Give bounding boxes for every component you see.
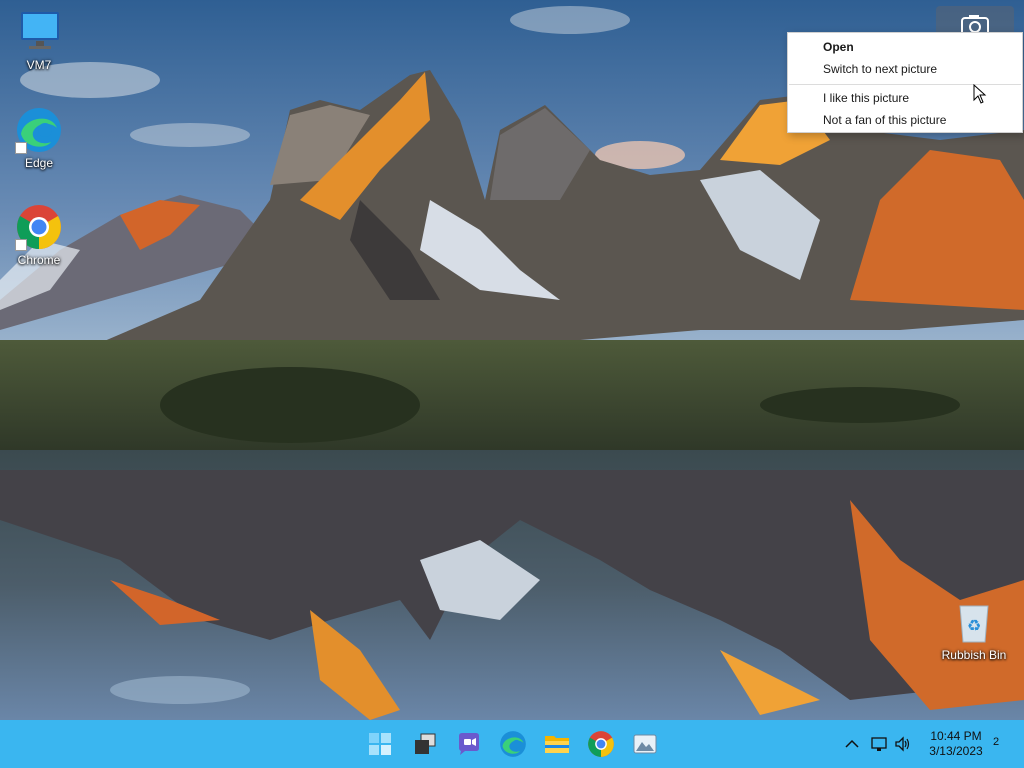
chrome-icon bbox=[588, 731, 614, 757]
photos-button[interactable] bbox=[631, 730, 659, 758]
task-view-icon bbox=[415, 733, 436, 754]
chat-icon bbox=[459, 733, 479, 755]
volume-icon[interactable] bbox=[894, 736, 912, 752]
menu-item-switch-next-picture[interactable]: Switch to next picture bbox=[823, 59, 937, 79]
folder-icon bbox=[545, 736, 569, 753]
recycle-bin-icon: ♻ bbox=[950, 598, 998, 646]
edge-icon bbox=[500, 731, 526, 757]
clock-time: 10:44 PM bbox=[930, 729, 982, 743]
menu-item-like-picture[interactable]: I like this picture bbox=[823, 88, 909, 108]
desktop-icon-label: Edge bbox=[24, 156, 54, 170]
mouse-cursor-icon bbox=[973, 84, 987, 104]
network-icon[interactable] bbox=[870, 736, 888, 752]
taskbar-clock[interactable]: 10:44 PM 3/13/2023 bbox=[924, 729, 988, 759]
taskbar: 10:44 PM 3/13/2023 2 bbox=[0, 720, 1024, 768]
svg-text:♻: ♻ bbox=[967, 616, 981, 635]
desktop-icon-label: Rubbish Bin bbox=[941, 648, 1007, 662]
task-view-button[interactable] bbox=[411, 730, 439, 758]
windows-logo-icon bbox=[369, 733, 391, 755]
desktop-icon-vm7[interactable]: VM7 bbox=[1, 8, 77, 72]
clock-date: 3/13/2023 bbox=[929, 744, 983, 758]
start-button[interactable] bbox=[366, 730, 394, 758]
menu-item-open[interactable]: Open bbox=[823, 37, 854, 57]
monitor-icon bbox=[15, 8, 63, 56]
desktop-icon-chrome[interactable]: Chrome bbox=[1, 203, 77, 267]
edge-taskbar-button[interactable] bbox=[499, 730, 527, 758]
desktop-icon-edge[interactable]: Edge bbox=[1, 106, 77, 170]
desktop[interactable]: VM7 Edge Chrome ♻ Rubbish Bin Open Switc… bbox=[0, 0, 1024, 720]
desktop-icon-label: Chrome bbox=[17, 253, 61, 267]
chrome-icon bbox=[15, 203, 63, 251]
edge-icon bbox=[15, 106, 63, 154]
shortcut-arrow-icon bbox=[15, 239, 27, 251]
chrome-taskbar-button[interactable] bbox=[587, 730, 615, 758]
show-hidden-icons-chevron-icon[interactable] bbox=[843, 736, 861, 752]
file-explorer-button[interactable] bbox=[543, 730, 571, 758]
shortcut-arrow-icon bbox=[15, 142, 27, 154]
notification-count-badge[interactable]: 2 bbox=[990, 736, 1002, 748]
context-menu: Open Switch to next picture I like this … bbox=[787, 32, 1023, 133]
menu-item-not-a-fan[interactable]: Not a fan of this picture bbox=[823, 110, 946, 130]
desktop-icon-label: VM7 bbox=[26, 58, 52, 72]
teams-chat-button[interactable] bbox=[455, 730, 483, 758]
photos-icon bbox=[633, 734, 657, 754]
desktop-icon-rubbish-bin[interactable]: ♻ Rubbish Bin bbox=[936, 598, 1012, 662]
